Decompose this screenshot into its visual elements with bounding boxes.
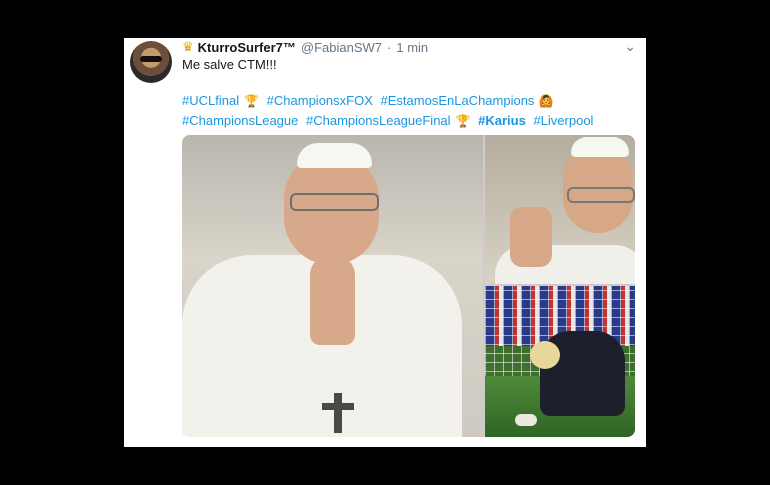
separator: · bbox=[387, 39, 392, 55]
goalkeeper-glove bbox=[515, 414, 537, 426]
thumbs-up-hand bbox=[510, 207, 552, 267]
praying-hands bbox=[310, 255, 355, 345]
zucchetto bbox=[297, 143, 372, 168]
hashtag[interactable]: #EstamosEnLaChampions bbox=[381, 93, 535, 108]
avatar-sunglasses bbox=[140, 56, 162, 62]
tweet-card[interactable]: ♛ KturroSurfer7™ @FabianSW7 · 1 min ⌄ Me… bbox=[124, 38, 646, 447]
chevron-down-icon[interactable]: ⌄ bbox=[624, 38, 636, 55]
tweet-header: ♛ KturroSurfer7™ @FabianSW7 · 1 min bbox=[182, 38, 428, 56]
glasses bbox=[567, 187, 635, 203]
zucchetto bbox=[571, 137, 629, 157]
avatar[interactable] bbox=[130, 41, 172, 83]
goalkeeper-head bbox=[530, 341, 560, 369]
tweet-text: Me salve CTM!!! bbox=[182, 57, 277, 72]
man-icon: 🙆 bbox=[538, 94, 554, 108]
user-handle[interactable]: @FabianSW7 bbox=[301, 40, 382, 55]
pectoral-cross bbox=[322, 393, 354, 433]
hashtag[interactable]: #ChampionsLeague bbox=[182, 113, 298, 128]
hashtag[interactable]: #ChampionsxFOX bbox=[267, 93, 373, 108]
photo-goalkeeper[interactable] bbox=[485, 286, 635, 437]
media-grid bbox=[182, 135, 635, 437]
hashtag[interactable]: #ChampionsLeagueFinal bbox=[306, 113, 451, 128]
glasses bbox=[290, 193, 379, 211]
hashtag[interactable]: #Liverpool bbox=[533, 113, 593, 128]
hashtag[interactable]: #UCLfinal bbox=[182, 93, 239, 108]
photo-praying-pope[interactable] bbox=[182, 135, 483, 437]
timestamp[interactable]: 1 min bbox=[396, 40, 428, 55]
hashtag[interactable]: #Karius bbox=[478, 113, 526, 128]
trophy-icon: 🏆 bbox=[244, 94, 260, 108]
display-name[interactable]: KturroSurfer7™ bbox=[198, 40, 296, 55]
crown-icon: ♛ bbox=[182, 39, 194, 54]
hashtag-list: #UCLfinal 🏆 #ChampionsxFOX #EstamosEnLaCh… bbox=[182, 91, 622, 131]
photo-thumbs-up-pope[interactable] bbox=[485, 135, 635, 284]
trophy-icon: 🏆 bbox=[455, 114, 471, 128]
